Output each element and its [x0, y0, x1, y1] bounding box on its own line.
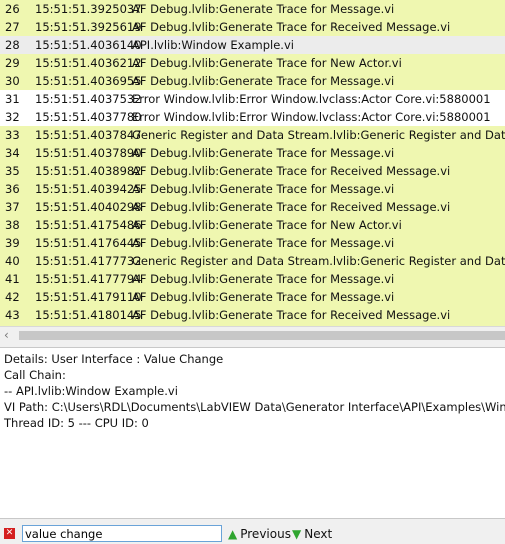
arrow-up-icon: ▲	[228, 527, 238, 541]
row-message: AF Debug.lvlib:Generate Trace for Messag…	[132, 290, 395, 304]
row-timestamp: 15:51:51.4037532	[35, 92, 142, 106]
row-message: AF Debug.lvlib:Generate Trace for Receiv…	[132, 200, 451, 214]
details-panel: Details: User Interface : Value Change C…	[0, 347, 505, 519]
row-timestamp: 15:51:51.4038982	[35, 164, 142, 178]
row-message: AF Debug.lvlib:Generate Trace for New Ac…	[132, 218, 402, 232]
log-row[interactable]: 26 15:51:51.3925037 AF Debug.lvlib:Generat…	[0, 0, 505, 18]
row-message: Error Window.lvlib:Error Window.lvclass:…	[132, 92, 491, 106]
row-number: 30	[5, 74, 20, 88]
log-row[interactable]: 27 15:51:51.3925619 AF Debug.lvlib:Generat…	[0, 18, 505, 36]
row-message: AF Debug.lvlib:Generate Trace for Receiv…	[132, 164, 451, 178]
row-timestamp: 15:51:51.3925037	[35, 2, 142, 16]
row-timestamp: 15:51:51.3925619	[35, 20, 142, 34]
row-number: 40	[5, 254, 20, 268]
arrow-down-icon: ▼	[292, 527, 302, 541]
log-row[interactable]: 33 15:51:51.4037847 Generic Register and D…	[0, 126, 505, 144]
row-message: AF Debug.lvlib:Generate Trace for Receiv…	[132, 308, 451, 322]
log-row[interactable]: 34 15:51:51.4037890 AF Debug.lvlib:Generat…	[0, 144, 505, 162]
chevron-left-icon[interactable]: ‹	[4, 328, 9, 343]
row-number: 43	[5, 308, 20, 322]
row-message: AF Debug.lvlib:Generate Trace for Messag…	[132, 146, 395, 160]
log-row[interactable]: 31 15:51:51.4037532 Error Window.lvlib:Err…	[0, 90, 505, 108]
row-number: 27	[5, 20, 20, 34]
row-timestamp: 15:51:51.4175486	[35, 218, 142, 232]
row-number: 38	[5, 218, 20, 232]
log-row[interactable]: 37 15:51:51.4040298 AF Debug.lvlib:Generat…	[0, 198, 505, 216]
log-row[interactable]: 40 15:51:51.4177732 Generic Register and D…	[0, 252, 505, 270]
row-timestamp: 15:51:51.4037780	[35, 110, 142, 124]
row-timestamp: 15:51:51.4177794	[35, 272, 142, 286]
log-row[interactable]: 30 15:51:51.4036955 AF Debug.lvlib:Generat…	[0, 72, 505, 90]
row-timestamp: 15:51:51.4180145	[35, 308, 142, 322]
row-message: AF Debug.lvlib:Generate Trace for Receiv…	[132, 20, 451, 34]
log-row[interactable]: 35 15:51:51.4038982 AF Debug.lvlib:Generat…	[0, 162, 505, 180]
row-timestamp: 15:51:51.4179110	[35, 290, 142, 304]
log-row[interactable]: 32 15:51:51.4037780 Error Window.lvlib:Err…	[0, 108, 505, 126]
row-number: 29	[5, 56, 20, 70]
log-row[interactable]: 28 15:51:51.4036140 API.lvlib:Window Examp…	[0, 36, 505, 54]
log-row[interactable]: 36 15:51:51.4039425 AF Debug.lvlib:Generat…	[0, 180, 505, 198]
row-number: 28	[5, 38, 20, 52]
row-number: 41	[5, 272, 20, 286]
scrollbar-thumb[interactable]	[19, 331, 505, 340]
row-message: AF Debug.lvlib:Generate Trace for Messag…	[132, 74, 395, 88]
row-timestamp: 15:51:51.4036140	[35, 38, 142, 52]
row-timestamp: 15:51:51.4036212	[35, 56, 142, 70]
row-timestamp: 15:51:51.4037847	[35, 128, 142, 142]
row-number: 42	[5, 290, 20, 304]
previous-label: Previous	[240, 527, 291, 541]
details-line: Details: User Interface : Value Change	[4, 352, 224, 366]
row-number: 36	[5, 182, 20, 196]
log-row[interactable]: 41 15:51:51.4177794 AF Debug.lvlib:Generat…	[0, 270, 505, 288]
row-message: AF Debug.lvlib:Generate Trace for Messag…	[132, 236, 395, 250]
row-timestamp: 15:51:51.4039425	[35, 182, 142, 196]
next-button[interactable]: ▼ Next	[292, 526, 332, 542]
row-message: API.lvlib:Window Example.vi	[132, 38, 294, 52]
row-timestamp: 15:51:51.4176445	[35, 236, 142, 250]
row-message: Generic Register and Data Stream.lvlib:G…	[132, 128, 505, 142]
log-row[interactable]: 39 15:51:51.4176445 AF Debug.lvlib:Generat…	[0, 234, 505, 252]
log-row[interactable]: 38 15:51:51.4175486 AF Debug.lvlib:Generat…	[0, 216, 505, 234]
row-message: AF Debug.lvlib:Generate Trace for New Ac…	[132, 56, 402, 70]
horizontal-scrollbar[interactable]: ‹	[0, 326, 505, 344]
row-message: Generic Register and Data Stream.lvlib:G…	[132, 254, 505, 268]
row-number: 35	[5, 164, 20, 178]
row-number: 39	[5, 236, 20, 250]
row-message: AF Debug.lvlib:Generate Trace for Messag…	[132, 272, 395, 286]
row-timestamp: 15:51:51.4040298	[35, 200, 142, 214]
row-number: 33	[5, 128, 20, 142]
find-bar: ✕ ▲Previous ▼Next	[0, 522, 505, 544]
find-input[interactable]	[22, 525, 222, 542]
close-icon[interactable]: ✕	[4, 528, 15, 539]
log-row[interactable]: 43 15:51:51.4180145 AF Debug.lvlib:Generat…	[0, 306, 505, 324]
row-number: 34	[5, 146, 20, 160]
log-row[interactable]: 29 15:51:51.4036212 AF Debug.lvlib:Generat…	[0, 54, 505, 72]
row-message: AF Debug.lvlib:Generate Trace for Messag…	[132, 182, 395, 196]
row-timestamp: 15:51:51.4177732	[35, 254, 142, 268]
row-number: 31	[5, 92, 20, 106]
row-number: 26	[5, 2, 20, 16]
row-timestamp: 15:51:51.4036955	[35, 74, 142, 88]
thread-cpu-info: Thread ID: 5 --- CPU ID: 0	[4, 416, 149, 430]
next-label: Next	[304, 527, 333, 541]
row-timestamp: 15:51:51.4037890	[35, 146, 142, 160]
trace-log-list[interactable]: 26 15:51:51.3925037 AF Debug.lvlib:Generat…	[0, 0, 505, 326]
row-message: Error Window.lvlib:Error Window.lvclass:…	[132, 110, 491, 124]
call-chain-label: Call Chain:	[4, 368, 66, 382]
previous-button[interactable]: ▲ Previous	[228, 526, 291, 542]
call-chain-entry: -- API.lvlib:Window Example.vi	[4, 384, 178, 398]
row-message: AF Debug.lvlib:Generate Trace for Messag…	[132, 2, 395, 16]
row-number: 37	[5, 200, 20, 214]
vi-path: VI Path: C:\Users\RDL\Documents\LabVIEW …	[4, 400, 505, 414]
row-number: 32	[5, 110, 20, 124]
log-row[interactable]: 42 15:51:51.4179110 AF Debug.lvlib:Generat…	[0, 288, 505, 306]
